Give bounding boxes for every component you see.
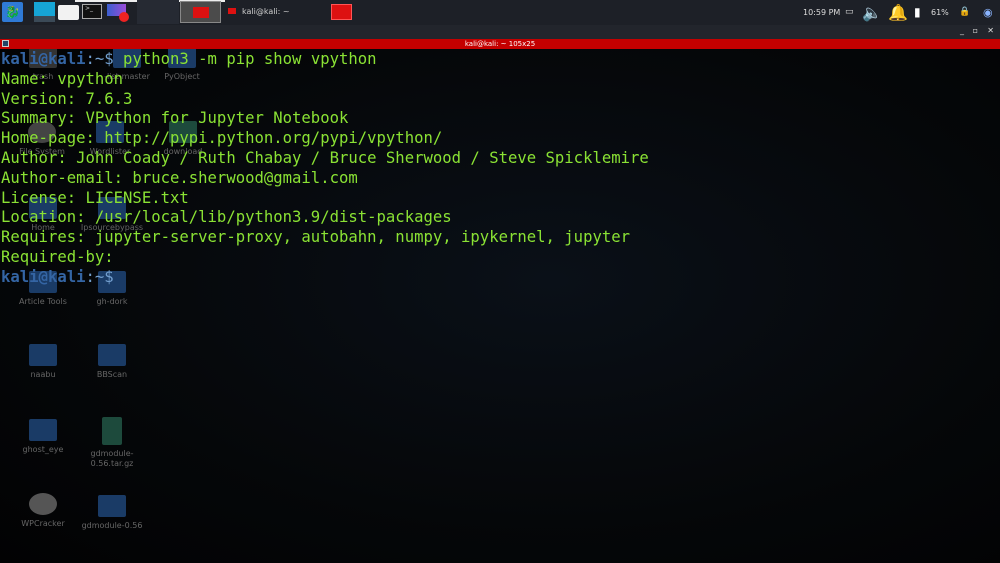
output-line: Name: vpython: [1, 69, 124, 88]
window-controls-bar: _ ▫ ✕: [0, 25, 1000, 39]
taskbar: 🐉 >_ kali@kali: ~ 10:59 PM ▭ 🔈 🔔 ▮ 61% 🔒…: [0, 0, 1000, 25]
output-line: Requires: jupyter-server-proxy, autobahn…: [1, 228, 631, 247]
prompt-path: :~$: [85, 50, 114, 68]
output-line: License: LICENSE.txt: [1, 188, 189, 207]
output-line: Summary: VPython for Jupyter Notebook: [1, 109, 349, 128]
output-line: Author-email: bruce.sherwood@gmail.com: [1, 168, 358, 187]
prompt-path: :~$: [85, 267, 114, 286]
command: python3 -m pip show vpython: [113, 50, 377, 68]
workspace-2[interactable]: [180, 1, 221, 23]
output-line: Author: John Coady / Ruth Chabay / Bruce…: [1, 148, 649, 167]
output-line: Version: 7.6.3: [1, 89, 133, 108]
battery-icon[interactable]: ▮: [914, 0, 921, 25]
display-icon[interactable]: ▭: [845, 0, 854, 25]
power-icon[interactable]: ◉: [983, 0, 993, 25]
file-manager-icon[interactable]: [58, 5, 79, 20]
prompt-user: kali@kali: [1, 267, 86, 286]
kali-menu-icon[interactable]: 🐉: [2, 2, 23, 22]
output-line: Required-by:: [1, 247, 114, 266]
output-line: Home-page: http://pypi.python.org/pypi/v…: [1, 129, 443, 148]
show-desktop-icon[interactable]: [34, 2, 55, 22]
task-label: kali@kali: ~: [242, 7, 290, 16]
maximize-button[interactable]: ▫: [973, 26, 978, 35]
output-line: Location: /usr/local/lib/python3.9/dist-…: [1, 208, 452, 227]
prompt-user: kali@kali: [1, 50, 86, 68]
terminal-output[interactable]: kali@kali:~$ python3 -m pip show vpython…: [0, 49, 1000, 563]
terminal-titlebar[interactable]: kali@kali: ~ 105x25: [0, 39, 1000, 49]
close-button[interactable]: ✕: [987, 26, 994, 35]
window-title: kali@kali: ~ 105x25: [464, 40, 536, 48]
volume-icon[interactable]: 🔈: [862, 0, 882, 25]
lock-icon[interactable]: 🔒: [959, 0, 970, 25]
terminal-app-icon: [2, 40, 9, 47]
screen-recorder-icon[interactable]: [107, 4, 129, 22]
prompt-line: kali@kali:~$: [1, 268, 1000, 288]
terminal-icon[interactable]: >_: [82, 4, 102, 19]
notifications-bell-icon[interactable]: 🔔: [888, 0, 908, 25]
task-terminal[interactable]: kali@kali: ~: [225, 0, 325, 24]
battery-percent: 61%: [931, 8, 949, 17]
workspace-1[interactable]: [137, 0, 179, 24]
terminal-task-icon: [228, 8, 236, 14]
workspace-3[interactable]: [331, 4, 352, 20]
command-line: kali@kali:~$ python3 -m pip show vpython: [1, 50, 1000, 70]
clock[interactable]: 10:59 PM: [803, 0, 840, 25]
minimize-button[interactable]: _: [960, 26, 964, 35]
